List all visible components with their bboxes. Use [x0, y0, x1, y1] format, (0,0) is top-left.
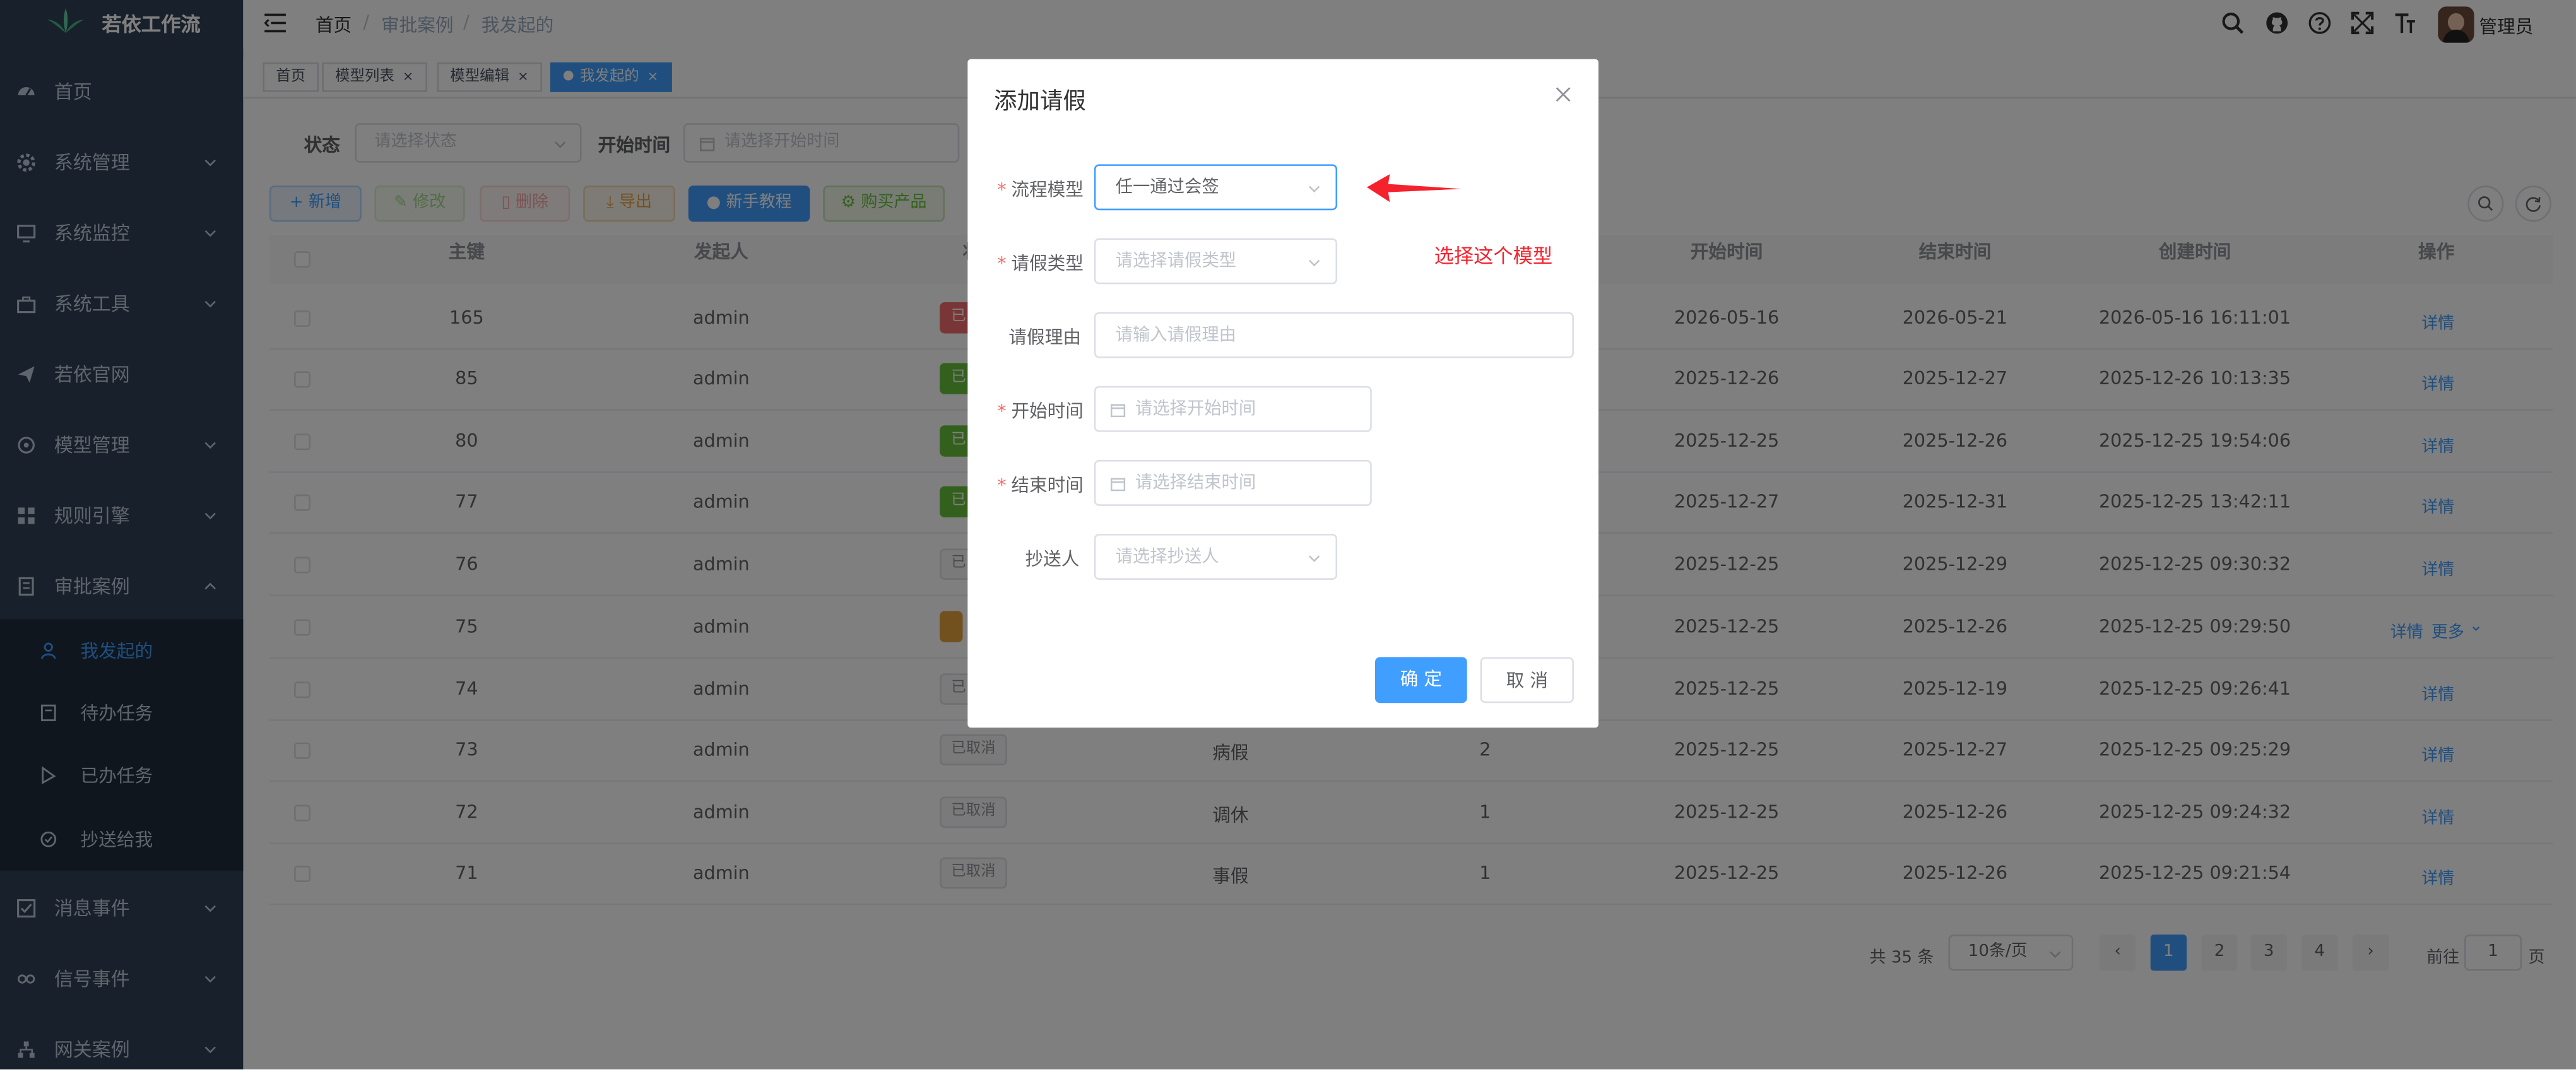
annotation-arrow-icon: [1366, 174, 1462, 203]
cc-select[interactable]: 请选择抄送人: [1094, 534, 1338, 580]
chevron-down-icon: [1308, 555, 1320, 562]
reason-field-label: 请假理由: [1008, 327, 1081, 348]
dialog-title: 添加请假: [993, 88, 1086, 115]
leave-type-select[interactable]: 请选择请假类型: [1094, 238, 1338, 285]
start-date-placeholder: 请选择开始时间: [1135, 399, 1256, 419]
start-field-label: * 开始时间: [997, 401, 1084, 423]
required-mark: *: [997, 474, 1007, 497]
close-icon[interactable]: [1556, 87, 1571, 102]
start-date-picker[interactable]: 请选择开始时间: [1094, 386, 1372, 432]
annotation-text: 选择这个模型: [1434, 244, 1553, 268]
end-date-placeholder: 请选择结束时间: [1135, 473, 1256, 493]
leave-type-field-label: * 请假类型: [997, 252, 1084, 274]
calendar-icon: [1110, 478, 1126, 492]
model-field-label: * 流程模型: [997, 179, 1084, 201]
leave-type-placeholder: 请选择请假类型: [1115, 251, 1236, 271]
end-field-label: * 结束时间: [997, 474, 1084, 497]
required-mark: *: [997, 179, 1007, 201]
calendar-icon: [1110, 404, 1126, 418]
reason-placeholder: 请输入请假理由: [1115, 325, 1236, 345]
required-mark: *: [997, 401, 1007, 423]
cc-placeholder: 请选择抄送人: [1115, 546, 1219, 567]
cc-field-label: 抄送人: [1025, 548, 1080, 570]
model-select-value: 任一通过会签: [1115, 177, 1219, 197]
cancel-button[interactable]: 取 消: [1480, 657, 1574, 704]
end-date-picker[interactable]: 请选择结束时间: [1094, 459, 1372, 506]
chevron-down-icon: [1308, 259, 1320, 267]
required-mark: *: [997, 252, 1007, 274]
model-select[interactable]: 任一通过会签: [1094, 164, 1338, 211]
chevron-down-icon: [1308, 186, 1320, 193]
reason-input[interactable]: 请输入请假理由: [1094, 312, 1574, 358]
confirm-button[interactable]: 确 定: [1374, 657, 1467, 704]
